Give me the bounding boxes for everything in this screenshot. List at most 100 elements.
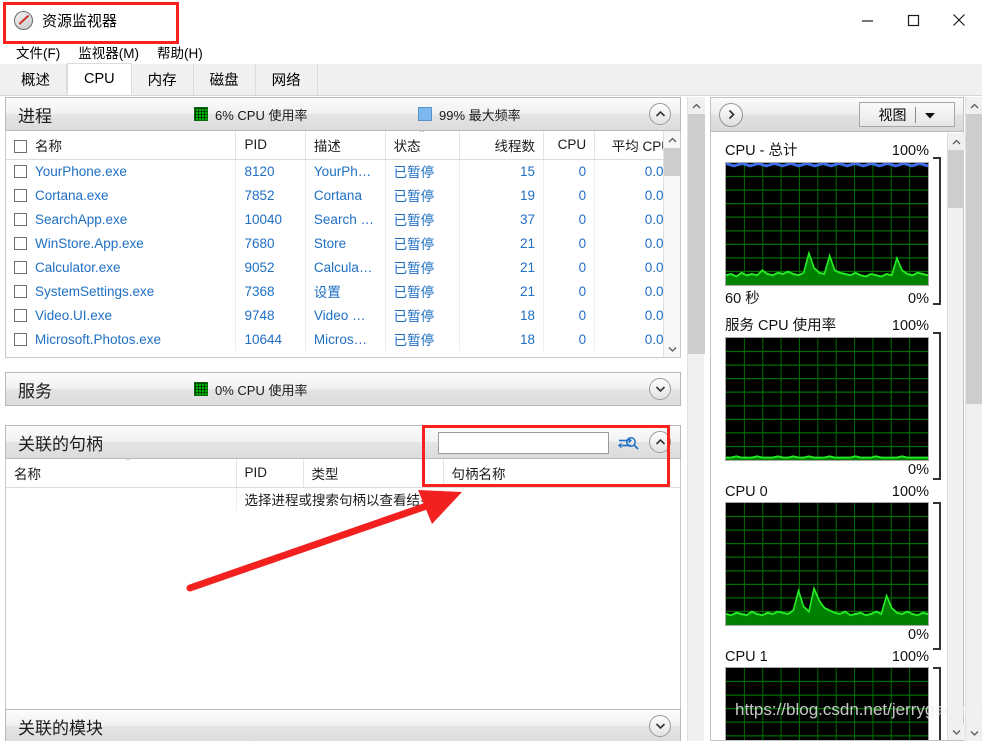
processes-scrollbar[interactable] — [663, 131, 680, 357]
maximize-button[interactable] — [890, 0, 936, 40]
table-row[interactable]: Calculator.exe 9052 Calcula… 已暂停 21 0 0.00 — [6, 255, 680, 279]
select-all-checkbox[interactable] — [14, 139, 27, 153]
left-pane-scrollbar[interactable] — [687, 97, 705, 741]
graph-min-label: 0% — [908, 462, 929, 478]
table-row[interactable]: WinStore.App.exe 7680 Store 已暂停 21 0 0.00 — [6, 231, 680, 255]
graphs-list: CPU - 总计 100% 60 秒 0% 服务 CPU 使用率 100% 0% CPU … — [711, 133, 947, 740]
cell-description: Cortana — [305, 183, 386, 207]
scroll-down-icon[interactable] — [664, 340, 680, 357]
table-row[interactable]: YourPhone.exe 8120 YourPh… 已暂停 15 0 0.00 — [6, 159, 680, 183]
scroll-down-icon[interactable] — [966, 724, 982, 741]
processes-scrollbar-thumb[interactable] — [664, 148, 680, 176]
tab-disk[interactable]: 磁盘 — [193, 64, 256, 95]
graph-block: CPU 1100% 0% — [711, 647, 947, 740]
graphs-scrollbar[interactable] — [947, 133, 965, 740]
services-section-header[interactable]: 服务 0% CPU 使用率 — [5, 372, 681, 406]
view-dropdown-button[interactable]: 视图 — [859, 102, 955, 127]
table-row[interactable]: SystemSettings.exe 7368 设置 已暂停 21 0 0.00 — [6, 279, 680, 303]
row-checkbox[interactable] — [14, 164, 27, 178]
graphs-scrollbar-thumb[interactable] — [948, 150, 964, 208]
row-checkbox[interactable] — [14, 332, 27, 346]
tab-memory[interactable]: 内存 — [131, 64, 194, 95]
handle-search-input[interactable] — [439, 433, 625, 453]
minimize-button[interactable] — [844, 0, 890, 40]
modules-expand-button[interactable] — [649, 715, 671, 737]
close-button[interactable] — [936, 0, 982, 40]
left-column: 进程 6% CPU 使用率 99% 最大频率 名称 PID 描述 ^ 状态 线程… — [5, 97, 705, 741]
handles-section-header[interactable]: 关联的句柄 — [5, 425, 681, 459]
cell-cpu: 0 — [543, 183, 596, 207]
tab-network[interactable]: 网络 — [255, 64, 318, 95]
processes-table-header-row: 名称 PID 描述 ^ 状态 线程数 CPU 平均 CPU — [6, 131, 680, 160]
row-checkbox[interactable] — [14, 284, 27, 298]
modules-section-header[interactable]: 关联的模块 — [5, 709, 681, 741]
scroll-up-icon[interactable] — [664, 131, 680, 148]
column-header-description[interactable]: 描述 — [305, 131, 386, 160]
scroll-down-icon[interactable] — [948, 723, 965, 740]
menu-item-file[interactable]: 文件(F) — [8, 40, 68, 64]
tab-cpu[interactable]: CPU — [67, 63, 132, 95]
graph-min-label: 0% — [908, 291, 929, 307]
modules-section-title: 关联的模块 — [18, 718, 103, 738]
table-row[interactable]: Microsoft.Photos.exe 10644 Micros… 已暂停 18 0 0.… — [6, 327, 680, 351]
cell-status: 已暂停 — [385, 207, 461, 231]
handles-column-header-name[interactable]: ^ 名称 — [6, 459, 237, 488]
menu-item-help[interactable]: 帮助(H) — [149, 40, 211, 64]
handles-column-header-handle-name[interactable]: 句柄名称 — [443, 459, 680, 488]
handles-collapse-button[interactable] — [649, 431, 671, 453]
row-checkbox[interactable] — [14, 236, 27, 250]
window-controls — [844, 0, 982, 40]
cell-process-name: Video.UI.exe — [6, 303, 237, 327]
handles-column-header-pid[interactable]: PID — [236, 459, 304, 488]
handle-search-box[interactable] — [438, 432, 639, 454]
processes-section-header[interactable]: 进程 6% CPU 使用率 99% 最大频率 — [5, 97, 681, 131]
cell-threads: 21 — [459, 255, 545, 279]
graph-title: 服务 CPU 使用率 — [725, 318, 837, 334]
blue-swatch-icon — [418, 107, 432, 121]
cell-threads: 15 — [459, 159, 545, 183]
table-row[interactable]: SearchApp.exe 10040 Search … 已暂停 37 0 0.00 — [6, 207, 680, 231]
menu-item-monitor[interactable]: 监视器(M) — [70, 40, 147, 64]
row-checkbox[interactable] — [14, 188, 27, 202]
cell-threads: 37 — [459, 207, 545, 231]
chevron-right-icon[interactable] — [719, 102, 743, 127]
cell-status: 已暂停 — [385, 255, 461, 279]
cell-pid: 9052 — [235, 255, 306, 279]
cell-pid: 7852 — [235, 183, 306, 207]
handles-column-header-type[interactable]: 类型 — [303, 459, 444, 488]
chevron-down-icon[interactable] — [924, 106, 936, 124]
processes-cpu-usage-text: 6% CPU 使用率 — [215, 107, 308, 123]
column-header-cpu[interactable]: CPU — [543, 131, 596, 160]
dropdown-separator — [914, 106, 916, 123]
column-header-status[interactable]: ^ 状态 — [385, 131, 461, 160]
graph-header: CPU - 总计 100% — [725, 137, 929, 162]
handles-table-body: 选择进程或搜索句柄以查看结果 — [6, 487, 680, 511]
row-checkbox[interactable] — [14, 260, 27, 274]
scroll-up-icon[interactable] — [688, 97, 705, 114]
refresh-arrows-icon[interactable] — [614, 433, 636, 453]
cell-process-name: YourPhone.exe — [6, 159, 237, 183]
window-scrollbar-thumb[interactable] — [966, 114, 982, 404]
window-scrollbar[interactable] — [965, 97, 982, 741]
row-checkbox[interactable] — [14, 212, 27, 226]
services-expand-button[interactable] — [649, 378, 671, 400]
handles-table-container: ^ 名称 PID 类型 句柄名称 选择进程或搜索句柄以查看结果 — [5, 459, 681, 711]
row-checkbox[interactable] — [14, 308, 27, 322]
cell-pid: 10644 — [235, 327, 306, 351]
column-header-threads[interactable]: 线程数 — [459, 131, 545, 160]
column-header-pid[interactable]: PID — [235, 131, 306, 160]
processes-collapse-button[interactable] — [649, 103, 671, 125]
services-cpu-usage-text: 0% CPU 使用率 — [215, 382, 308, 398]
tab-overview[interactable]: 概述 — [5, 64, 67, 95]
column-header-name[interactable]: 名称 — [6, 131, 237, 160]
table-row[interactable]: Cortana.exe 7852 Cortana 已暂停 19 0 0.00 — [6, 183, 680, 207]
table-row[interactable]: Video.UI.exe 9748 Video … 已暂停 18 0 0.00 — [6, 303, 680, 327]
left-pane-scrollbar-thumb[interactable] — [688, 114, 705, 354]
cell-cpu: 0 — [543, 207, 596, 231]
graph-title: CPU - 总计 — [725, 143, 798, 159]
window-title: 资源监视器 — [42, 12, 118, 30]
graph-header: CPU 1 100% — [725, 647, 929, 667]
scroll-up-icon[interactable] — [966, 97, 982, 114]
scroll-up-icon[interactable] — [948, 133, 965, 150]
cell-description: Store — [305, 231, 386, 255]
